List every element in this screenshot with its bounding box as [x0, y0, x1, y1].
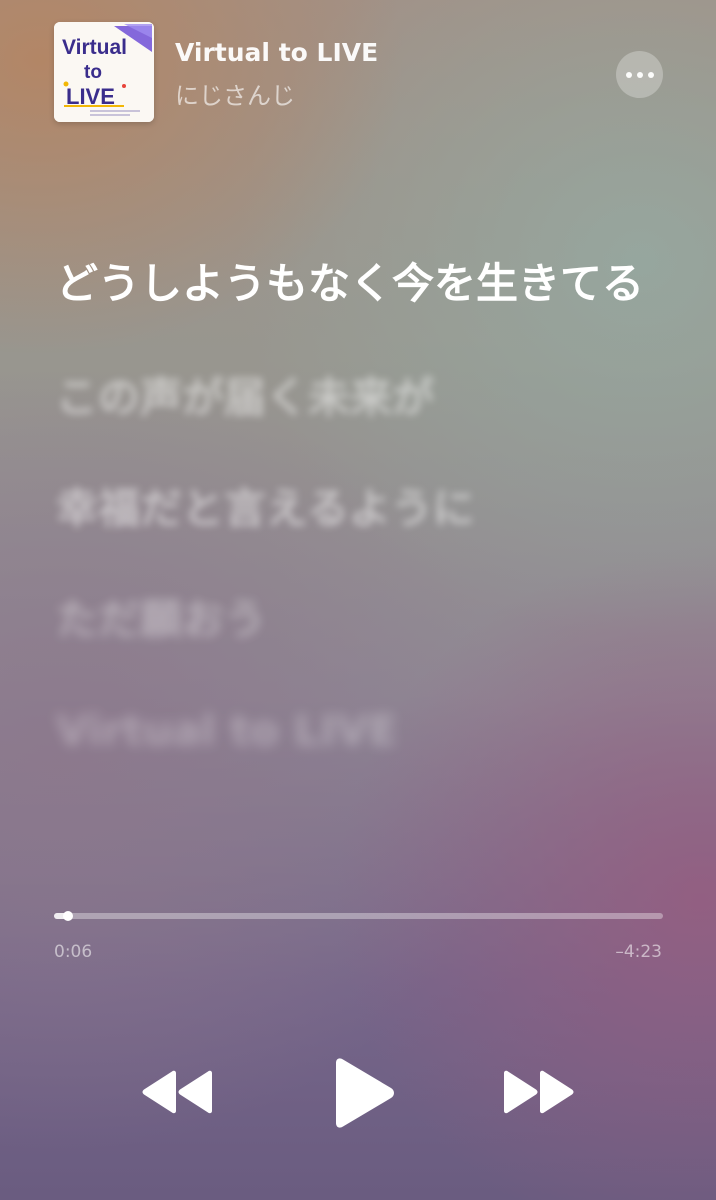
ellipsis-icon [625, 71, 632, 78]
album-artwork[interactable]: Virtual to LIVE [54, 22, 154, 122]
svg-text:to: to [84, 62, 102, 83]
playback-scrubber[interactable] [54, 911, 663, 921]
elapsed-time: 0:06 [54, 942, 93, 962]
backward-icon [142, 1070, 212, 1114]
ellipsis-icon [636, 71, 643, 78]
lyric-line-upcoming[interactable]: Virtual to LIVE [56, 702, 656, 760]
fast-forward-button[interactable] [500, 1070, 576, 1114]
lyrics-panel: どうしようもなく今を生きてる この声が届く未来が 幸福だと言えるように ただ願お… [56, 255, 656, 813]
song-title[interactable]: Virtual to LIVE [175, 38, 378, 67]
more-options-button[interactable] [616, 51, 663, 98]
svg-text:Virtual: Virtual [62, 36, 127, 59]
ellipsis-icon [647, 71, 654, 78]
lyric-line-upcoming[interactable]: ただ願おう [56, 591, 656, 649]
remaining-time: –4:23 [615, 942, 662, 962]
lyric-line-upcoming[interactable]: 幸福だと言えるように [56, 480, 656, 538]
lyric-line-upcoming[interactable]: この声が届く未来が [56, 369, 656, 427]
lyric-line-current[interactable]: どうしようもなく今を生きてる [56, 255, 656, 313]
transport-controls [0, 1050, 716, 1134]
rewind-button[interactable] [140, 1070, 216, 1114]
now-playing-header: Virtual to LIVE Virtual to LIVE にじさんじ [0, 0, 716, 140]
artist-name[interactable]: にじさんじ [175, 76, 295, 111]
forward-icon [504, 1070, 574, 1114]
play-button[interactable] [330, 1058, 396, 1128]
scrubber-handle[interactable] [63, 911, 73, 921]
album-artwork-image: Virtual to LIVE [54, 22, 154, 122]
play-icon [336, 1058, 394, 1128]
